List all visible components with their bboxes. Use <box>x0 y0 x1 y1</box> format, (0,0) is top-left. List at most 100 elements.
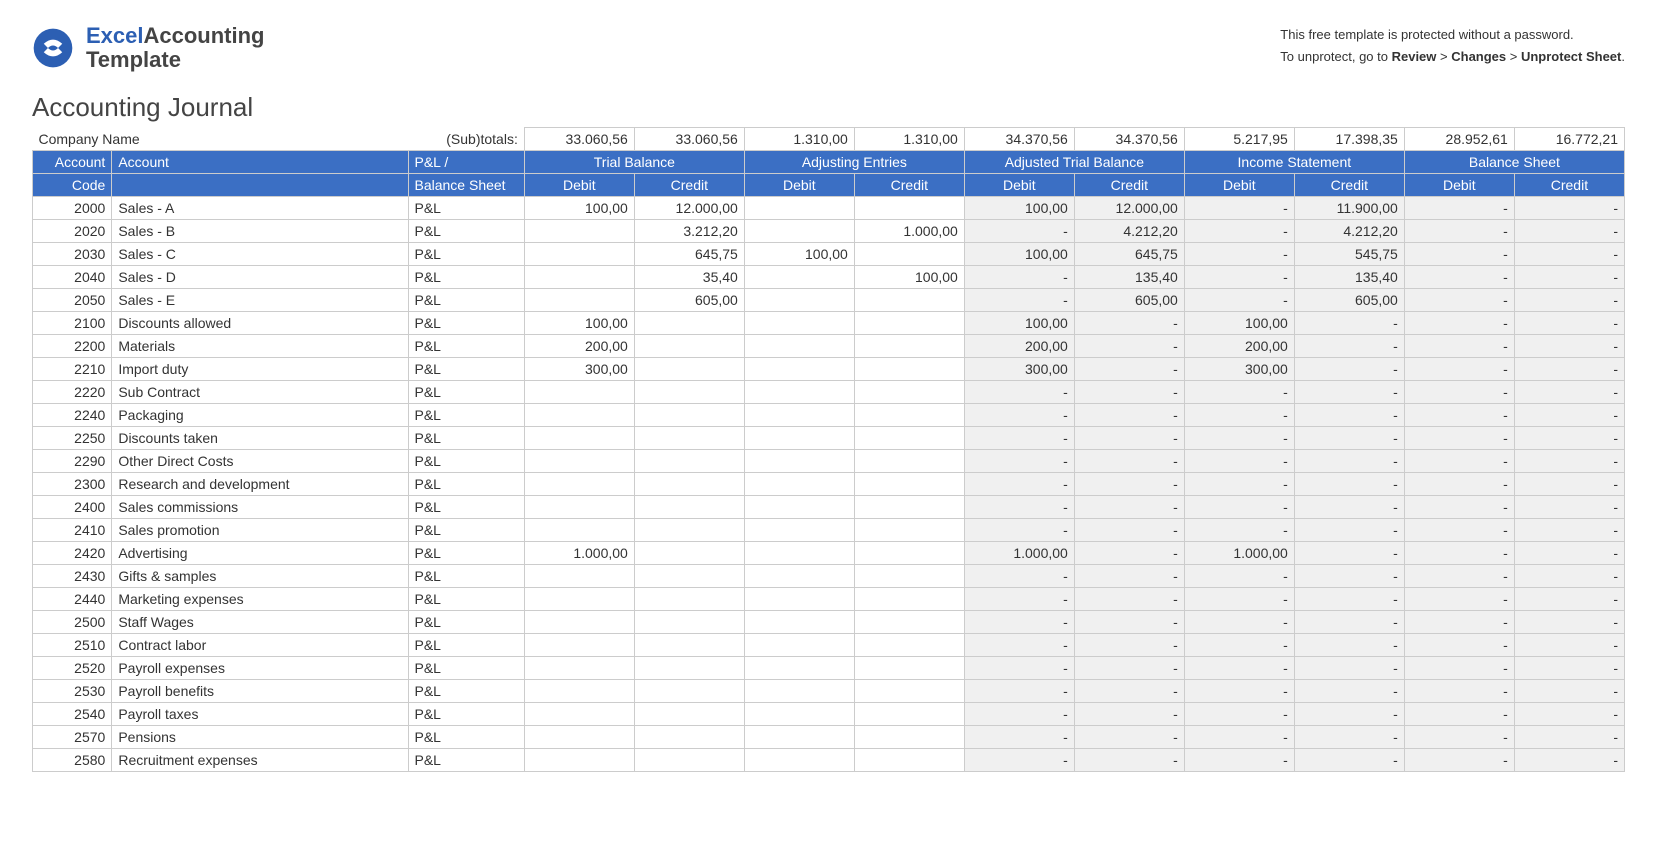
cell-bs-debit[interactable]: - <box>1404 266 1514 289</box>
cell-account[interactable]: Sales - E <box>112 289 408 312</box>
cell-code[interactable]: 2100 <box>33 312 112 335</box>
cell-tb-credit[interactable] <box>634 542 744 565</box>
cell-atb-credit[interactable]: - <box>1074 680 1184 703</box>
cell-is-credit[interactable]: - <box>1294 473 1404 496</box>
cell-ae-credit[interactable] <box>854 726 964 749</box>
cell-is-debit[interactable]: 1.000,00 <box>1184 542 1294 565</box>
cell-atb-credit[interactable]: - <box>1074 749 1184 772</box>
cell-type[interactable]: P&L <box>408 496 524 519</box>
table-row[interactable]: 2570PensionsP&L------ <box>33 726 1625 749</box>
cell-account[interactable]: Recruitment expenses <box>112 749 408 772</box>
cell-is-debit[interactable]: - <box>1184 588 1294 611</box>
cell-ae-debit[interactable] <box>744 496 854 519</box>
cell-tb-credit[interactable] <box>634 634 744 657</box>
cell-atb-debit[interactable]: - <box>964 473 1074 496</box>
cell-ae-credit[interactable] <box>854 680 964 703</box>
cell-bs-debit[interactable]: - <box>1404 289 1514 312</box>
cell-atb-credit[interactable]: - <box>1074 381 1184 404</box>
cell-type[interactable]: P&L <box>408 473 524 496</box>
cell-type[interactable]: P&L <box>408 358 524 381</box>
cell-bs-credit[interactable]: - <box>1514 220 1624 243</box>
cell-is-credit[interactable]: - <box>1294 381 1404 404</box>
cell-tb-credit[interactable] <box>634 657 744 680</box>
cell-bs-credit[interactable]: - <box>1514 611 1624 634</box>
cell-bs-credit[interactable]: - <box>1514 703 1624 726</box>
cell-ae-debit[interactable] <box>744 381 854 404</box>
cell-is-debit[interactable]: - <box>1184 611 1294 634</box>
cell-is-credit[interactable]: - <box>1294 726 1404 749</box>
cell-ae-debit[interactable] <box>744 358 854 381</box>
cell-type[interactable]: P&L <box>408 220 524 243</box>
cell-tb-debit[interactable]: 200,00 <box>524 335 634 358</box>
cell-bs-debit[interactable]: - <box>1404 450 1514 473</box>
cell-atb-credit[interactable]: 4.212,20 <box>1074 220 1184 243</box>
cell-tb-credit[interactable] <box>634 565 744 588</box>
cell-is-credit[interactable]: 545,75 <box>1294 243 1404 266</box>
cell-tb-debit[interactable] <box>524 519 634 542</box>
cell-ae-credit[interactable] <box>854 611 964 634</box>
cell-account[interactable]: Advertising <box>112 542 408 565</box>
cell-is-debit[interactable]: - <box>1184 726 1294 749</box>
cell-ae-credit[interactable] <box>854 565 964 588</box>
cell-account[interactable]: Sales commissions <box>112 496 408 519</box>
cell-account[interactable]: Gifts & samples <box>112 565 408 588</box>
cell-atb-credit[interactable]: 645,75 <box>1074 243 1184 266</box>
cell-is-credit[interactable]: - <box>1294 611 1404 634</box>
cell-ae-debit[interactable] <box>744 404 854 427</box>
cell-tb-credit[interactable] <box>634 427 744 450</box>
cell-type[interactable]: P&L <box>408 427 524 450</box>
cell-type[interactable]: P&L <box>408 611 524 634</box>
cell-atb-debit[interactable]: - <box>964 565 1074 588</box>
cell-type[interactable]: P&L <box>408 335 524 358</box>
cell-code[interactable]: 2050 <box>33 289 112 312</box>
cell-bs-credit[interactable]: - <box>1514 312 1624 335</box>
cell-bs-debit[interactable]: - <box>1404 404 1514 427</box>
cell-atb-credit[interactable]: - <box>1074 450 1184 473</box>
cell-ae-debit[interactable] <box>744 634 854 657</box>
cell-code[interactable]: 2290 <box>33 450 112 473</box>
cell-code[interactable]: 2440 <box>33 588 112 611</box>
cell-atb-credit[interactable]: 12.000,00 <box>1074 197 1184 220</box>
cell-is-debit[interactable]: - <box>1184 680 1294 703</box>
cell-ae-credit[interactable] <box>854 519 964 542</box>
cell-bs-debit[interactable]: - <box>1404 473 1514 496</box>
cell-account[interactable]: Import duty <box>112 358 408 381</box>
cell-ae-debit[interactable] <box>744 427 854 450</box>
cell-tb-credit[interactable] <box>634 450 744 473</box>
cell-is-credit[interactable]: - <box>1294 588 1404 611</box>
cell-bs-credit[interactable]: - <box>1514 427 1624 450</box>
table-row[interactable]: 2030Sales - CP&L645,75100,00100,00645,75… <box>33 243 1625 266</box>
cell-type[interactable]: P&L <box>408 726 524 749</box>
cell-account[interactable]: Sub Contract <box>112 381 408 404</box>
cell-code[interactable]: 2300 <box>33 473 112 496</box>
cell-code[interactable]: 2000 <box>33 197 112 220</box>
cell-account[interactable]: Research and development <box>112 473 408 496</box>
cell-atb-credit[interactable]: - <box>1074 565 1184 588</box>
cell-code[interactable]: 2520 <box>33 657 112 680</box>
cell-tb-debit[interactable] <box>524 657 634 680</box>
cell-ae-credit[interactable] <box>854 703 964 726</box>
cell-is-debit[interactable]: 100,00 <box>1184 312 1294 335</box>
cell-code[interactable]: 2530 <box>33 680 112 703</box>
cell-tb-debit[interactable] <box>524 289 634 312</box>
cell-ae-credit[interactable] <box>854 427 964 450</box>
cell-is-credit[interactable]: - <box>1294 657 1404 680</box>
cell-atb-credit[interactable]: - <box>1074 404 1184 427</box>
cell-is-debit[interactable]: 200,00 <box>1184 335 1294 358</box>
cell-is-debit[interactable]: - <box>1184 450 1294 473</box>
cell-atb-credit[interactable]: - <box>1074 726 1184 749</box>
cell-code[interactable]: 2040 <box>33 266 112 289</box>
cell-atb-credit[interactable]: - <box>1074 519 1184 542</box>
cell-atb-debit[interactable]: 1.000,00 <box>964 542 1074 565</box>
cell-bs-debit[interactable]: - <box>1404 335 1514 358</box>
cell-is-debit[interactable]: - <box>1184 220 1294 243</box>
cell-code[interactable]: 2400 <box>33 496 112 519</box>
cell-account[interactable]: Payroll taxes <box>112 703 408 726</box>
table-row[interactable]: 2200MaterialsP&L200,00200,00-200,00--- <box>33 335 1625 358</box>
cell-atb-debit[interactable]: 300,00 <box>964 358 1074 381</box>
cell-tb-credit[interactable] <box>634 381 744 404</box>
cell-type[interactable]: P&L <box>408 404 524 427</box>
cell-tb-credit[interactable] <box>634 726 744 749</box>
cell-bs-credit[interactable]: - <box>1514 266 1624 289</box>
cell-bs-credit[interactable]: - <box>1514 749 1624 772</box>
